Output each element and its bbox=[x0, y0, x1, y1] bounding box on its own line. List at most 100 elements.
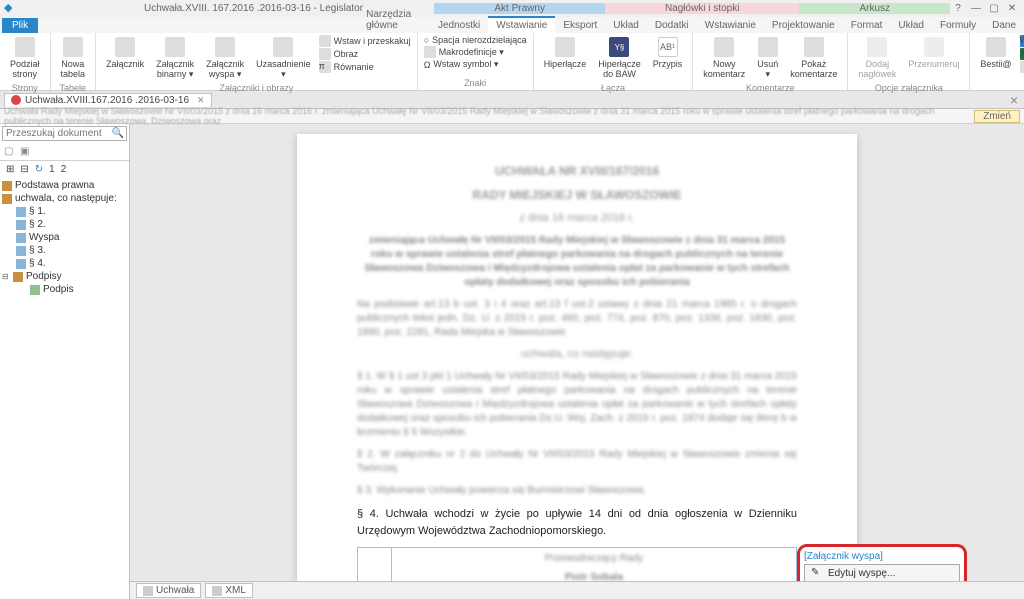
signature-table: Przewodniczący RadyPiotr Sobala bbox=[357, 547, 797, 581]
window-title: Uchwała.XVIII. 167.2016 .2016-03-16 - Le… bbox=[144, 3, 363, 14]
minimize-icon[interactable]: — bbox=[968, 2, 984, 16]
renumber-button[interactable]: Przenumeruj bbox=[904, 35, 963, 71]
sidebar-search: 🔍 bbox=[2, 126, 127, 141]
ribbon-group-zalaczniki: Załącznik Załącznik binarny ▾ Załącznik … bbox=[96, 33, 418, 90]
tab-wstawianie[interactable]: Wstawianie bbox=[488, 16, 555, 33]
document-area: UCHWAŁA NR XVIII/167/2016 RADY MIEJSKIEJ… bbox=[130, 124, 1024, 599]
bestia-button[interactable]: Bestii@ bbox=[976, 35, 1015, 71]
new-comment-button[interactable]: Nowy komentarz bbox=[699, 35, 749, 81]
ribbon-group-strony: Podział strony Strony bbox=[0, 33, 51, 90]
workbook-import-button[interactable]: XSkoroszyt bbox=[1020, 48, 1024, 60]
app-icon: ◆ bbox=[4, 1, 20, 17]
view-tab-xml[interactable]: XML bbox=[205, 583, 253, 598]
view-tab-uchwala[interactable]: Uchwała bbox=[136, 583, 201, 598]
tab-projektowanie[interactable]: Projektowanie bbox=[764, 18, 843, 33]
tree-item[interactable]: § 3. bbox=[2, 244, 127, 257]
help-icon[interactable]: ? bbox=[950, 2, 966, 16]
tree-item[interactable]: ⊟Podpisy bbox=[2, 270, 127, 283]
close-tab-icon[interactable]: ✕ bbox=[197, 95, 205, 106]
search-input[interactable] bbox=[2, 126, 127, 141]
page-nav: ⊞ ⊟ ↻ 1 2 bbox=[0, 161, 129, 177]
search-icon[interactable]: 🔍 bbox=[112, 128, 124, 139]
ribbon: Podział strony Strony Nowa tabela Tabele… bbox=[0, 33, 1024, 91]
ribbon-group-import: Bestii@ WTekst XSkoroszyt Wizja ▾ Import… bbox=[970, 33, 1024, 90]
breadcrumb-bar: Uchwała Rady Miejskiej w Sławoszowie Nr … bbox=[0, 109, 1024, 124]
symbol-button[interactable]: ΩWstaw symbol ▾ bbox=[424, 59, 527, 70]
tab-dodatki[interactable]: Dodatki bbox=[647, 18, 697, 33]
edit-icon: ✎ bbox=[811, 567, 823, 579]
island-callout: [Załącznik wyspa] ✎Edytuj wyspę... ✕Usuń… bbox=[797, 544, 967, 581]
nbsp-button[interactable]: ○Spacja nierozdzielająca bbox=[424, 35, 527, 45]
view-doc-icon[interactable]: ▢ bbox=[4, 146, 16, 158]
insert-skip-button[interactable]: Wstaw i przeskakuj bbox=[319, 35, 411, 47]
tree-item[interactable]: § 4. bbox=[2, 257, 127, 270]
macro-button[interactable]: Makrodefinicje ▾ bbox=[424, 46, 527, 58]
image-button[interactable]: Obraz bbox=[319, 48, 411, 60]
tab-formuly[interactable]: Formuły bbox=[932, 18, 984, 33]
equation-button[interactable]: πRównanie bbox=[319, 61, 411, 73]
page-2[interactable]: 2 bbox=[61, 164, 67, 175]
delete-comment-button[interactable]: Usuń ▾ bbox=[753, 35, 782, 81]
tree-item[interactable]: Podpis bbox=[2, 283, 127, 296]
titlebar: ◆ Uchwała.XVIII. 167.2016 .2016-03-16 - … bbox=[0, 0, 1024, 17]
island-label: [Załącznik wyspa] bbox=[804, 551, 960, 562]
tab-wstawianie2[interactable]: Wstawianie bbox=[697, 18, 764, 33]
tab-eksport[interactable]: Eksport bbox=[555, 18, 605, 33]
tree-item[interactable]: § 2. bbox=[2, 218, 127, 231]
tab-uklad2[interactable]: Układ bbox=[890, 18, 932, 33]
doc-tab-label: Uchwała.XVIII.167.2016 .2016-03-16 bbox=[25, 95, 189, 106]
maximize-icon[interactable]: ▢ bbox=[986, 2, 1002, 16]
doc-status-icon bbox=[11, 95, 21, 105]
ribbon-group-lacza: Hiperłącze Y§Hiperłącze do BAW AB¹Przypi… bbox=[534, 33, 694, 90]
tab-jednostki[interactable]: Jednostki bbox=[430, 18, 488, 33]
context-tab-sheet[interactable]: Arkusz bbox=[799, 3, 950, 14]
page-1[interactable]: 1 bbox=[49, 164, 55, 175]
sidebar-toolbar: ▢ ▣ bbox=[0, 143, 129, 161]
bottom-tabs: Uchwała XML bbox=[130, 581, 1024, 599]
attachment-island-button[interactable]: Załącznik wyspa ▾ bbox=[202, 35, 248, 81]
text-import-button[interactable]: WTekst bbox=[1020, 35, 1024, 47]
context-tab-act[interactable]: Akt Prawny bbox=[434, 3, 605, 14]
show-comments-button[interactable]: Pokaż komentarze bbox=[786, 35, 841, 81]
paragraph-4[interactable]: § 4. Uchwała wchodzi w życie po upływie … bbox=[357, 506, 797, 539]
context-menu: ✎Edytuj wyspę... ✕Usuń wyspę... bbox=[804, 564, 960, 581]
tree-item[interactable]: Podstawa prawna bbox=[2, 179, 127, 192]
new-table-button[interactable]: Nowa tabela bbox=[57, 35, 90, 81]
close-all-tabs-icon[interactable]: × bbox=[1010, 92, 1024, 108]
attachment-button[interactable]: Załącznik bbox=[102, 35, 148, 71]
context-tab-headers[interactable]: Nagłówki i stopki bbox=[605, 3, 799, 14]
vision-import-button[interactable]: Wizja ▾ bbox=[1020, 61, 1024, 73]
footnote-button[interactable]: AB¹Przypis bbox=[649, 35, 687, 71]
ribbon-group-zalacznik-opcje: Dodaj nagłówek Przenumeruj Opcje załączn… bbox=[848, 33, 970, 90]
add-header-button[interactable]: Dodaj nagłówek bbox=[854, 35, 900, 81]
collapse-icon[interactable]: ⊟ bbox=[20, 164, 28, 175]
outline-tree: Podstawa prawna uchwala, co następuje: §… bbox=[0, 177, 129, 599]
hyperlink-baw-button[interactable]: Y§Hiperłącze do BAW bbox=[594, 35, 645, 81]
tab-narzedzia[interactable]: Narzędzia główne bbox=[358, 7, 430, 33]
change-button[interactable]: Zmień bbox=[974, 110, 1020, 123]
file-menu[interactable]: Plik bbox=[2, 18, 38, 33]
tab-dane[interactable]: Dane bbox=[984, 18, 1024, 33]
ribbon-group-komentarze: Nowy komentarz Usuń ▾ Pokaż komentarze K… bbox=[693, 33, 848, 90]
tree-item[interactable]: uchwala, co następuje: bbox=[2, 192, 127, 205]
tree-item[interactable]: § 1. bbox=[2, 205, 127, 218]
menu-bar: Plik Narzędzia główne Jednostki Wstawian… bbox=[0, 17, 1024, 33]
document-page: UCHWAŁA NR XVIII/167/2016 RADY MIEJSKIEJ… bbox=[297, 134, 857, 581]
tab-format[interactable]: Format bbox=[843, 18, 891, 33]
breadcrumb-text: Uchwała Rady Miejskiej w Sławoszowie Nr … bbox=[4, 106, 974, 126]
view-page-icon[interactable]: ▣ bbox=[20, 146, 32, 158]
tree-item[interactable]: Wyspa bbox=[2, 231, 127, 244]
justification-button[interactable]: Uzasadnienie ▾ bbox=[252, 35, 315, 81]
hyperlink-button[interactable]: Hiperłącze bbox=[540, 35, 591, 71]
page-break-button[interactable]: Podział strony bbox=[6, 35, 44, 81]
sidebar: 🔍 ▢ ▣ ⊞ ⊟ ↻ 1 2 Podstawa prawna uchwala,… bbox=[0, 124, 130, 599]
close-icon[interactable]: ✕ bbox=[1004, 2, 1020, 16]
document-tab[interactable]: Uchwała.XVIII.167.2016 .2016-03-16 ✕ bbox=[4, 93, 212, 107]
document-scroll[interactable]: UCHWAŁA NR XVIII/167/2016 RADY MIEJSKIEJ… bbox=[130, 124, 1024, 581]
attachment-binary-button[interactable]: Załącznik binarny ▾ bbox=[152, 35, 198, 81]
ribbon-group-tabele: Nowa tabela Tabele bbox=[51, 33, 97, 90]
refresh-icon[interactable]: ↻ bbox=[35, 164, 43, 175]
expand-icon[interactable]: ⊞ bbox=[6, 164, 14, 175]
tab-uklad[interactable]: Układ bbox=[605, 18, 647, 33]
edit-island-menuitem[interactable]: ✎Edytuj wyspę... bbox=[805, 565, 959, 581]
